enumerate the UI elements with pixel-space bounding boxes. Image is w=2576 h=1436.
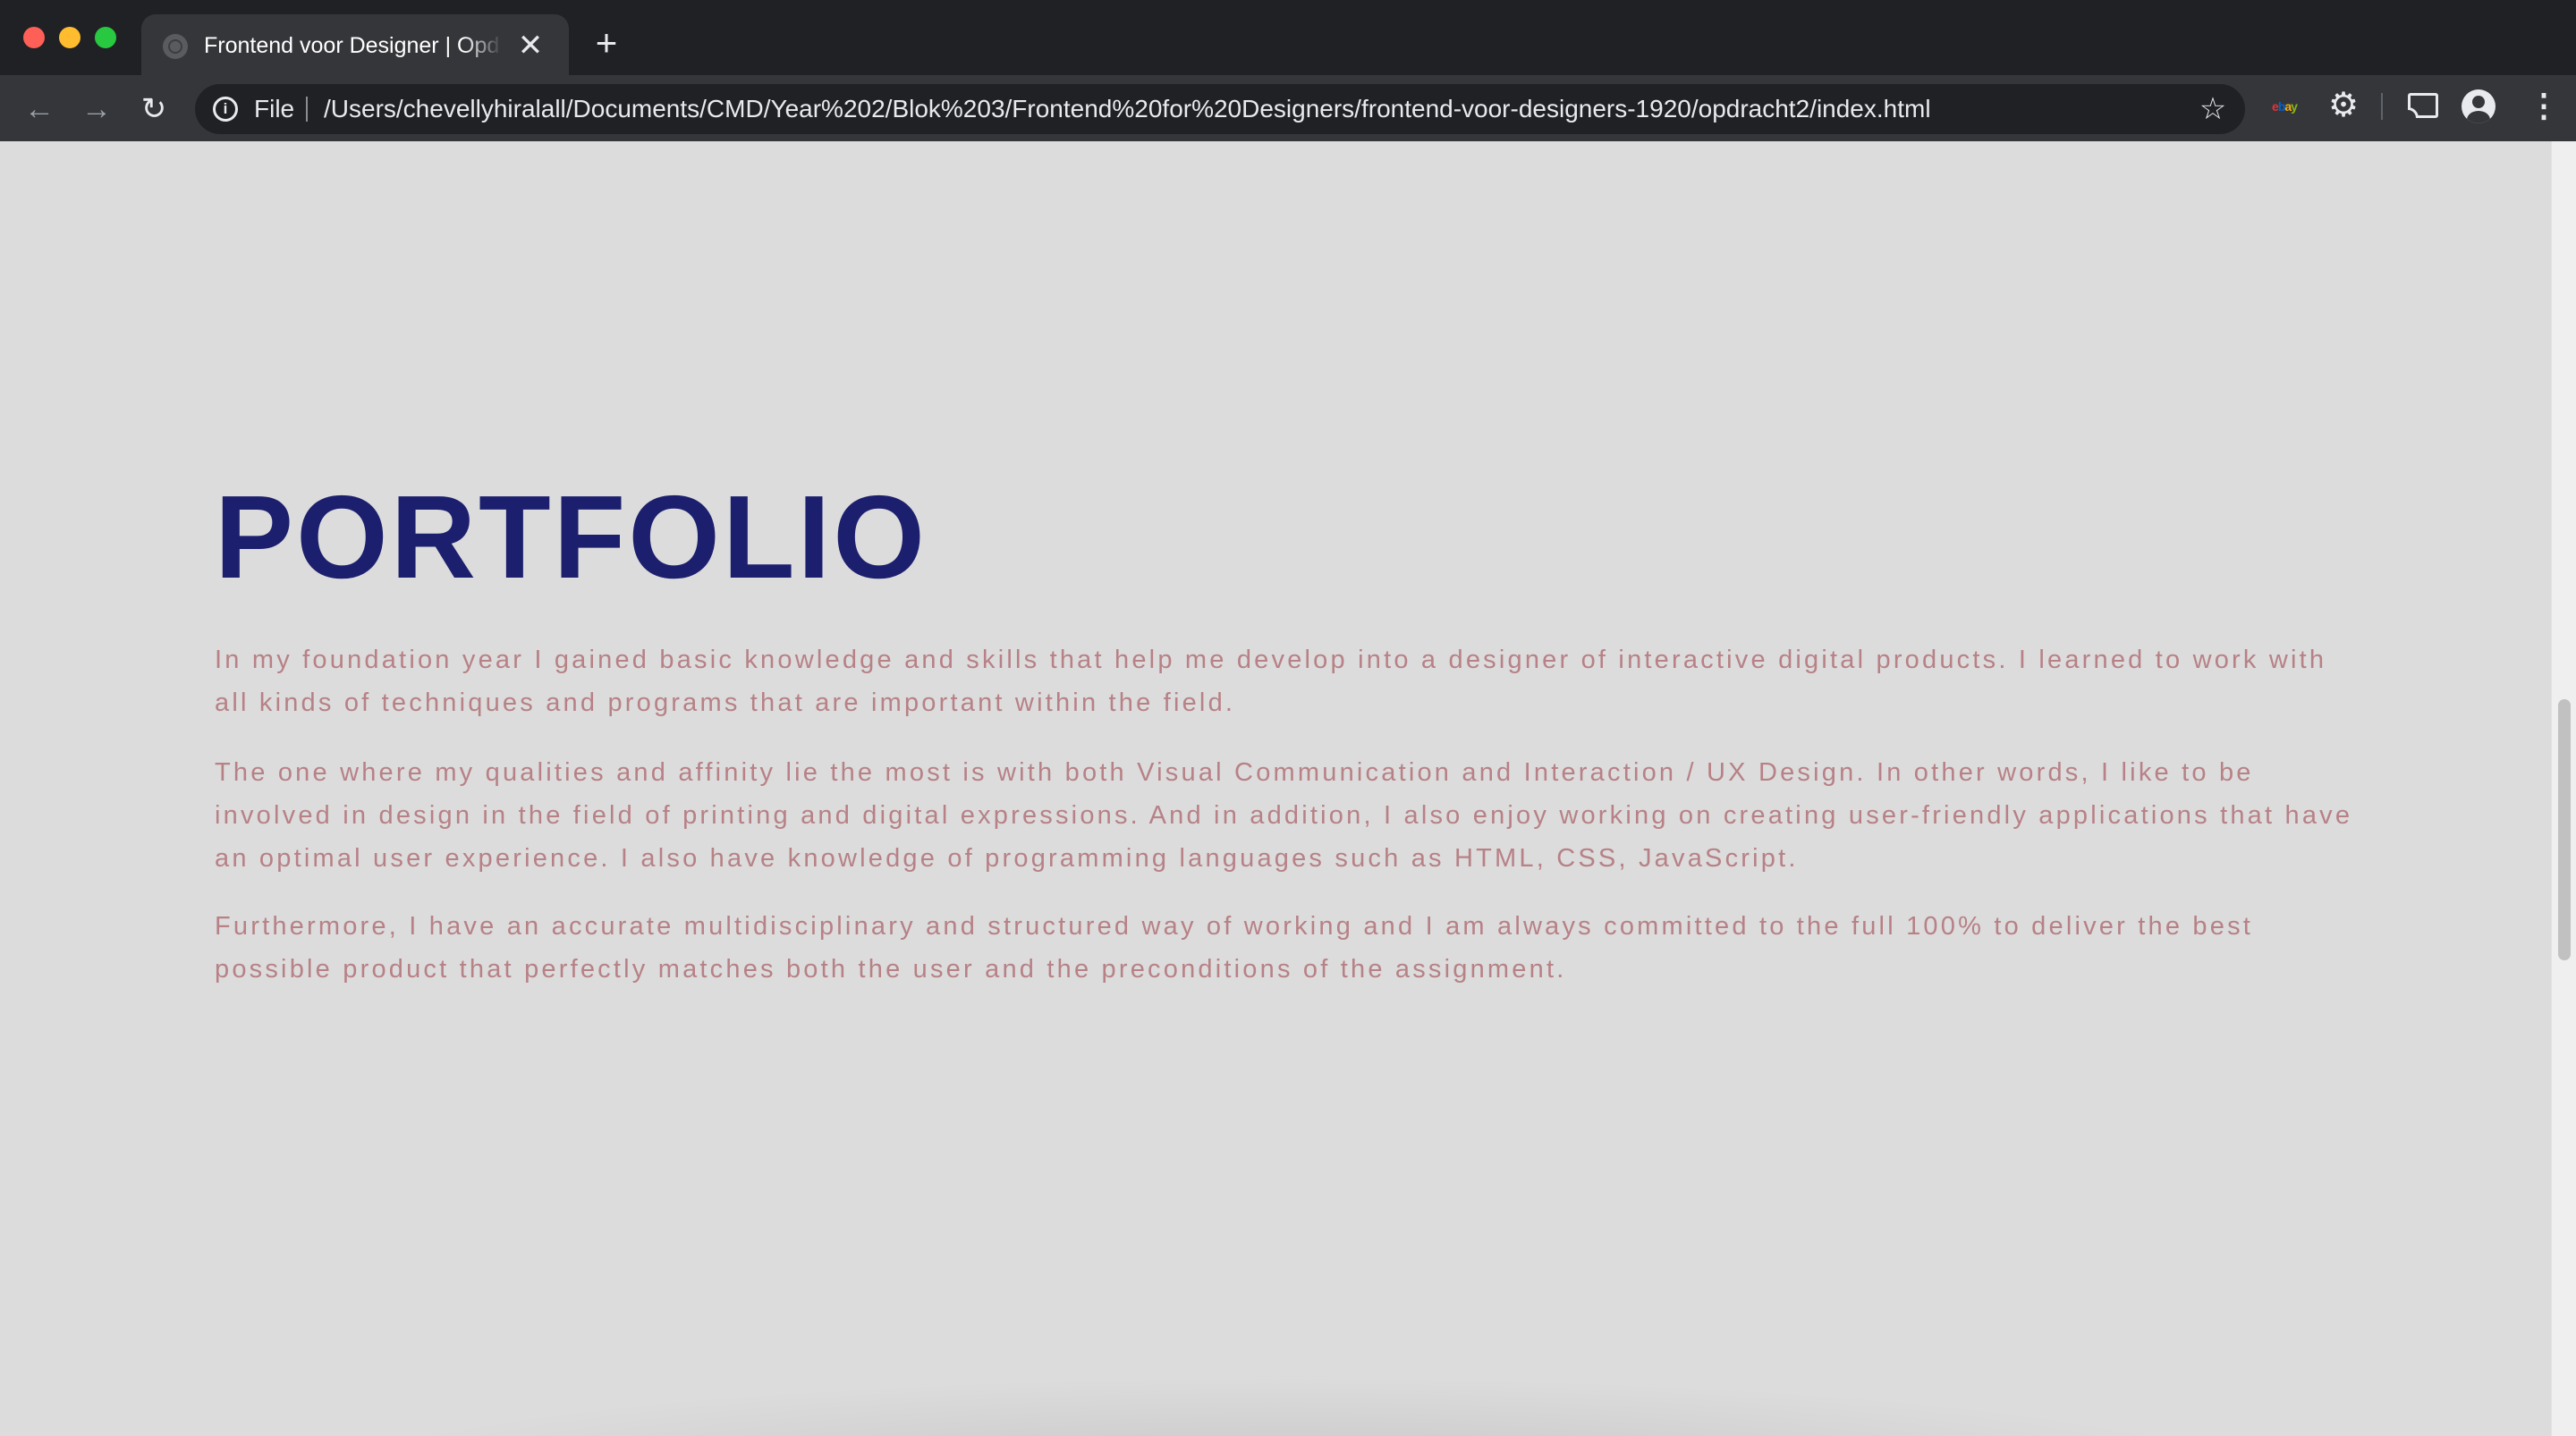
bookmark-star-icon[interactable]: ☆ <box>2195 91 2231 127</box>
site-info-icon[interactable]: i <box>213 97 238 122</box>
reload-icon[interactable]: ↻ <box>136 91 172 127</box>
next-section-shadow <box>295 1375 2281 1436</box>
vertical-scrollbar[interactable] <box>2551 141 2576 1436</box>
more-menu-icon[interactable]: ⋮ <box>2528 88 2560 123</box>
globe-icon <box>163 34 188 59</box>
browser-tab-active[interactable]: Frontend voor Designer | Opdracht 2 ✕ <box>141 14 569 75</box>
account-avatar-icon[interactable] <box>2462 89 2496 123</box>
address-separator <box>306 97 308 122</box>
back-arrow-icon[interactable]: ← <box>21 91 57 127</box>
portfolio-paragraph-2: The one where my qualities and affinity … <box>215 758 2353 873</box>
gear-extension-icon[interactable]: ⚙ <box>2326 88 2361 123</box>
url-text[interactable]: /Users/chevellyhiralall/Documents/CMD/Ye… <box>324 93 2113 125</box>
address-bar[interactable]: i File /Users/chevellyhiralall/Documents… <box>195 84 2245 134</box>
forward-arrow-icon[interactable]: → <box>79 91 114 127</box>
ebay-extension-icon[interactable]: ebay <box>2267 93 2302 120</box>
cast-icon[interactable] <box>2408 93 2438 118</box>
scrollbar-thumb[interactable] <box>2558 699 2571 960</box>
portfolio-paragraph-1: In my foundation year I gained basic kno… <box>215 646 2327 717</box>
close-window-button[interactable] <box>23 27 45 48</box>
tab-title: Frontend voor Designer | Opdracht 2 <box>204 33 499 58</box>
maximize-window-button[interactable] <box>95 27 116 48</box>
portfolio-heading: PORTFOLIO <box>215 471 928 603</box>
new-tab-button[interactable]: + <box>590 24 623 62</box>
portfolio-paragraph-3: Furthermore, I have an accurate multidis… <box>215 912 2254 984</box>
minimize-window-button[interactable] <box>59 27 80 48</box>
toolbar-separator <box>2381 93 2383 120</box>
url-scheme-label: File <box>254 95 295 122</box>
close-tab-icon[interactable]: ✕ <box>517 30 544 61</box>
browser-tab-strip: Frontend voor Designer | Opdracht 2 ✕ + <box>0 0 2576 75</box>
tab-title-fade <box>463 30 503 61</box>
browser-toolbar: ← → ↻ i File /Users/chevellyhiralall/Doc… <box>0 75 2576 141</box>
page-viewport: PORTFOLIO In my foundation year I gained… <box>0 141 2551 1436</box>
